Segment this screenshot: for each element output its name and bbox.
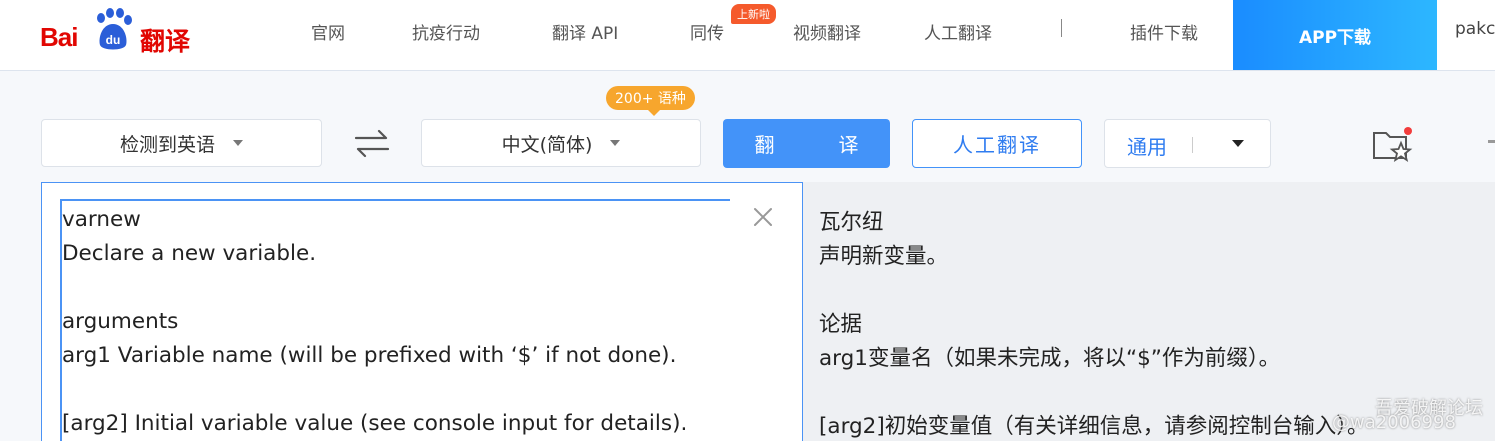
domain-separator: [1192, 137, 1193, 153]
top-header: Bai du 翻译 官网 抗疫行动 翻译 API 同传 上新啦 视频翻译 人工翻…: [0, 0, 1495, 71]
nav-simultaneous[interactable]: 同传: [690, 19, 724, 44]
watermark-user: @wa2006998: [1332, 412, 1456, 433]
favorites-folder-star-icon[interactable]: [1372, 126, 1416, 164]
baidu-paw-icon: du: [97, 8, 132, 50]
logo-bai-text: Bai: [40, 22, 78, 52]
language-count-badge: 200+ 语种: [606, 86, 695, 116]
edge-icon-partial: [1488, 140, 1495, 143]
output-line: 声明新变量。: [819, 244, 949, 269]
human-translate-button[interactable]: 人工翻译: [912, 119, 1082, 168]
source-language-label: 检测到英语: [119, 133, 215, 156]
chevron-down-icon: [233, 140, 243, 146]
source-line: arg1 Variable name (will be prefixed wit…: [62, 343, 677, 368]
source-line: varnew: [62, 207, 141, 232]
source-language-select[interactable]: 检测到英语: [41, 119, 322, 167]
swap-languages-icon[interactable]: [353, 128, 391, 158]
output-line: [arg2]初始变量值（有关详细信息，请参阅控制台输入）。: [819, 414, 1369, 439]
translate-button[interactable]: 翻 译: [723, 119, 890, 168]
source-line: [arg2] Initial variable value (see conso…: [62, 411, 688, 436]
nav-divider: [1061, 19, 1062, 37]
logo-du-text: du: [106, 33, 121, 47]
nav-translate-api[interactable]: 翻译 API: [552, 19, 618, 44]
clear-input-icon[interactable]: [752, 206, 774, 228]
source-line: arguments: [62, 309, 179, 334]
user-name[interactable]: pakc: [1455, 19, 1495, 39]
caret-down-icon[interactable]: [1232, 140, 1244, 147]
chevron-down-icon: [610, 140, 621, 146]
app-download-button[interactable]: APP下载: [1233, 0, 1437, 70]
domain-select[interactable]: 通用: [1104, 119, 1271, 168]
domain-label: 通用: [1127, 135, 1167, 159]
nav-covid-action[interactable]: 抗疫行动: [412, 19, 480, 44]
nav-official-site[interactable]: 官网: [311, 19, 345, 44]
nav-plugin-download[interactable]: 插件下载: [1130, 19, 1198, 44]
nav-human-translate[interactable]: 人工翻译: [924, 19, 992, 44]
output-line: arg1变量名（如果未完成，将以“$”作为前缀）。: [819, 346, 1281, 371]
logo-product-text: 翻译: [140, 27, 191, 56]
output-line: 论据: [819, 312, 863, 337]
target-language-label: 中文(简体): [501, 133, 593, 156]
output-line: 瓦尔纽: [819, 210, 884, 235]
baidu-fanyi-logo[interactable]: Bai du 翻译: [40, 8, 210, 58]
target-language-select[interactable]: 中文(简体): [421, 119, 701, 167]
new-badge: 上新啦: [731, 4, 776, 24]
nav-video-translate[interactable]: 视频翻译: [793, 19, 861, 44]
source-line: Declare a new variable.: [62, 241, 317, 266]
